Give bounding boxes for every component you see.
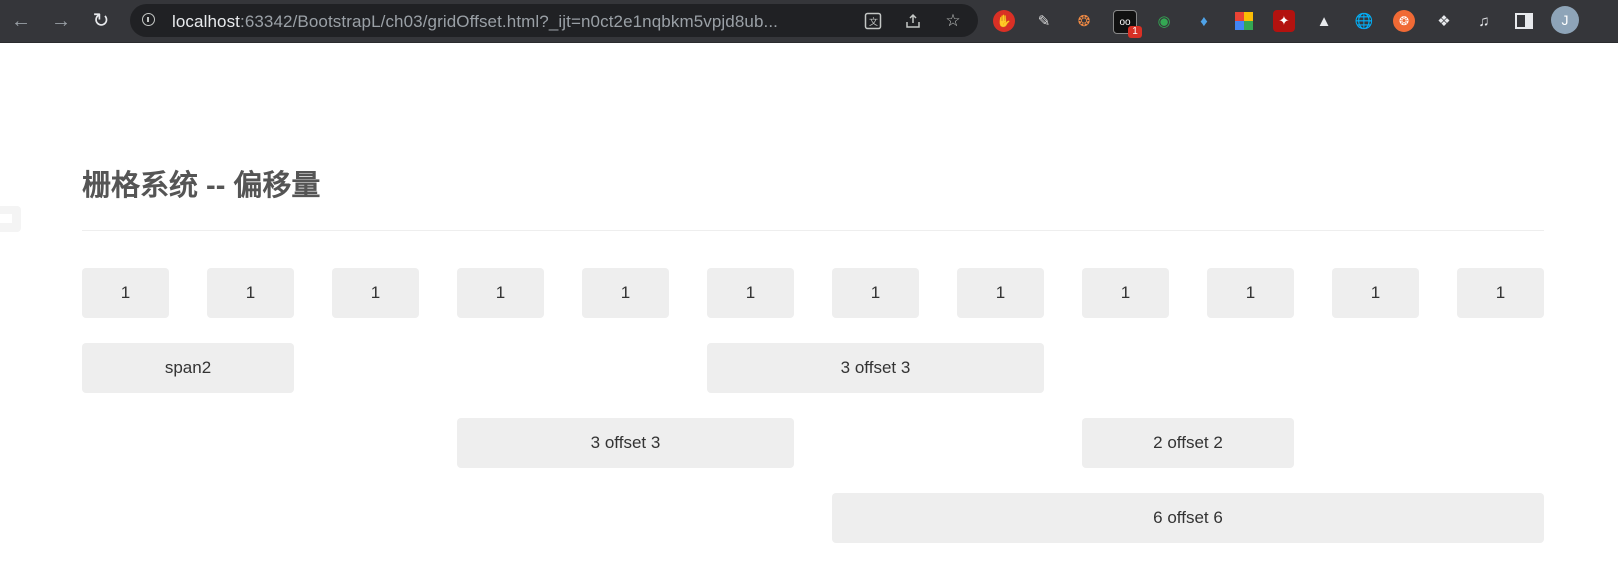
address-bar[interactable]: localhost:63342/BootstrapL/ch03/gridOffs…	[130, 4, 978, 37]
browser-toolbar: ← → ↻ localhost:63342/BootstrapL/ch03/gr…	[0, 0, 1618, 43]
url-text[interactable]: localhost:63342/BootstrapL/ch03/gridOffs…	[172, 12, 778, 32]
grid-cell-span1: 1	[457, 268, 544, 318]
forward-button[interactable]: →	[47, 7, 75, 35]
share-icon[interactable]	[902, 10, 924, 32]
media-control-icon[interactable]: ♫	[1473, 10, 1495, 32]
grid-cell-span3-offset3: 3 offset 3	[707, 343, 1044, 393]
title-divider	[82, 230, 1544, 231]
svg-text:文: 文	[869, 16, 878, 28]
pencil-extension-icon[interactable]: ✎	[1033, 10, 1055, 32]
film-reel-icon[interactable]: ❂	[1073, 10, 1095, 32]
grid-cell-span1: 1	[707, 268, 794, 318]
grid-cell-span3-offset3: 3 offset 3	[457, 418, 794, 468]
color-wheel-icon[interactable]: ◉	[1153, 10, 1175, 32]
grid-cell-span1: 1	[1332, 268, 1419, 318]
grid-cell-span1: 1	[207, 268, 294, 318]
page-title: 栅格系统 -- 偏移量	[82, 170, 321, 202]
grid-cell-span1: 1	[957, 268, 1044, 318]
side-panel-icon[interactable]	[1513, 10, 1535, 32]
back-button[interactable]: ←	[7, 7, 35, 35]
grid-cell-span1: 1	[1457, 268, 1544, 318]
grid-cell-span1: 1	[1082, 268, 1169, 318]
grid-cell-span2-offset2: 2 offset 2	[1082, 418, 1294, 468]
extensions-puzzle-icon[interactable]: ❖	[1433, 10, 1455, 32]
arrow-right-icon: →	[51, 10, 71, 32]
bookmark-star-icon[interactable]: ☆	[942, 10, 964, 32]
arrow-left-icon: ←	[11, 10, 31, 32]
colorful-grid-icon[interactable]	[1233, 10, 1255, 32]
reload-button[interactable]: ↻	[87, 7, 115, 35]
reload-icon: ↻	[92, 10, 110, 32]
grid-cell-span2: span2	[82, 343, 294, 393]
grid-cell-span1: 1	[332, 268, 419, 318]
side-edge-tab[interactable]	[0, 206, 21, 232]
mountain-icon[interactable]: ▲	[1313, 10, 1335, 32]
globe-icon[interactable]: 🌐	[1353, 10, 1375, 32]
diamond-icon[interactable]: ♦	[1193, 10, 1215, 32]
site-info-icon[interactable]	[142, 13, 155, 26]
url-host: localhost	[172, 12, 240, 31]
grid-cell-span1: 1	[82, 268, 169, 318]
translate-icon[interactable]: 文	[862, 10, 884, 32]
grid-cell-span1: 1	[832, 268, 919, 318]
url-path: :63342/BootstrapL/ch03/gridOffset.html?_…	[240, 12, 778, 31]
adblock-hand-icon[interactable]: ✋	[993, 10, 1015, 32]
profile-avatar[interactable]: J	[1551, 6, 1579, 34]
extension-badge: 1	[1128, 26, 1142, 38]
grid-cell-span1: 1	[582, 268, 669, 318]
glasses-extension-icon[interactable]: oo 1	[1113, 10, 1142, 38]
lifebuoy-icon[interactable]: ❂	[1393, 10, 1415, 32]
pdf-icon[interactable]: ✦	[1273, 10, 1295, 32]
grid-cell-span1: 1	[1207, 268, 1294, 318]
grid-cell-span6-offset6: 6 offset 6	[832, 493, 1544, 543]
